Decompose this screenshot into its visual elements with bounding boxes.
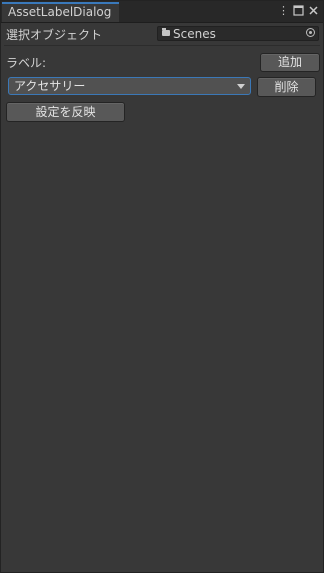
divider: [4, 45, 320, 46]
tab-bar: AssetLabelDialog ⋮: [1, 1, 323, 23]
label-dropdown-value: アクセサリー: [14, 79, 86, 93]
label-dropdown[interactable]: アクセサリー: [8, 77, 251, 95]
delete-button[interactable]: 削除: [257, 77, 316, 97]
chevron-down-icon: [237, 84, 245, 89]
kebab-menu-icon[interactable]: ⋮: [278, 5, 289, 17]
asset-label-dialog-window: AssetLabelDialog ⋮ 選択オブジェクト Scenes ラベル: …: [0, 0, 324, 573]
object-picker-icon[interactable]: [306, 28, 315, 37]
label-heading: ラベル:: [6, 56, 47, 70]
tab-asset-label-dialog[interactable]: AssetLabelDialog: [2, 2, 119, 22]
folder-icon: [162, 28, 170, 36]
selected-object-field[interactable]: Scenes: [157, 26, 319, 41]
window-controls: ⋮: [278, 4, 319, 18]
selected-object-label: 選択オブジェクト: [6, 28, 103, 42]
add-button[interactable]: 追加: [260, 53, 320, 72]
selected-object-value: Scenes: [173, 27, 216, 41]
maximize-icon[interactable]: [293, 5, 304, 17]
close-icon[interactable]: [308, 5, 319, 17]
apply-settings-button[interactable]: 設定を反映: [6, 102, 125, 122]
